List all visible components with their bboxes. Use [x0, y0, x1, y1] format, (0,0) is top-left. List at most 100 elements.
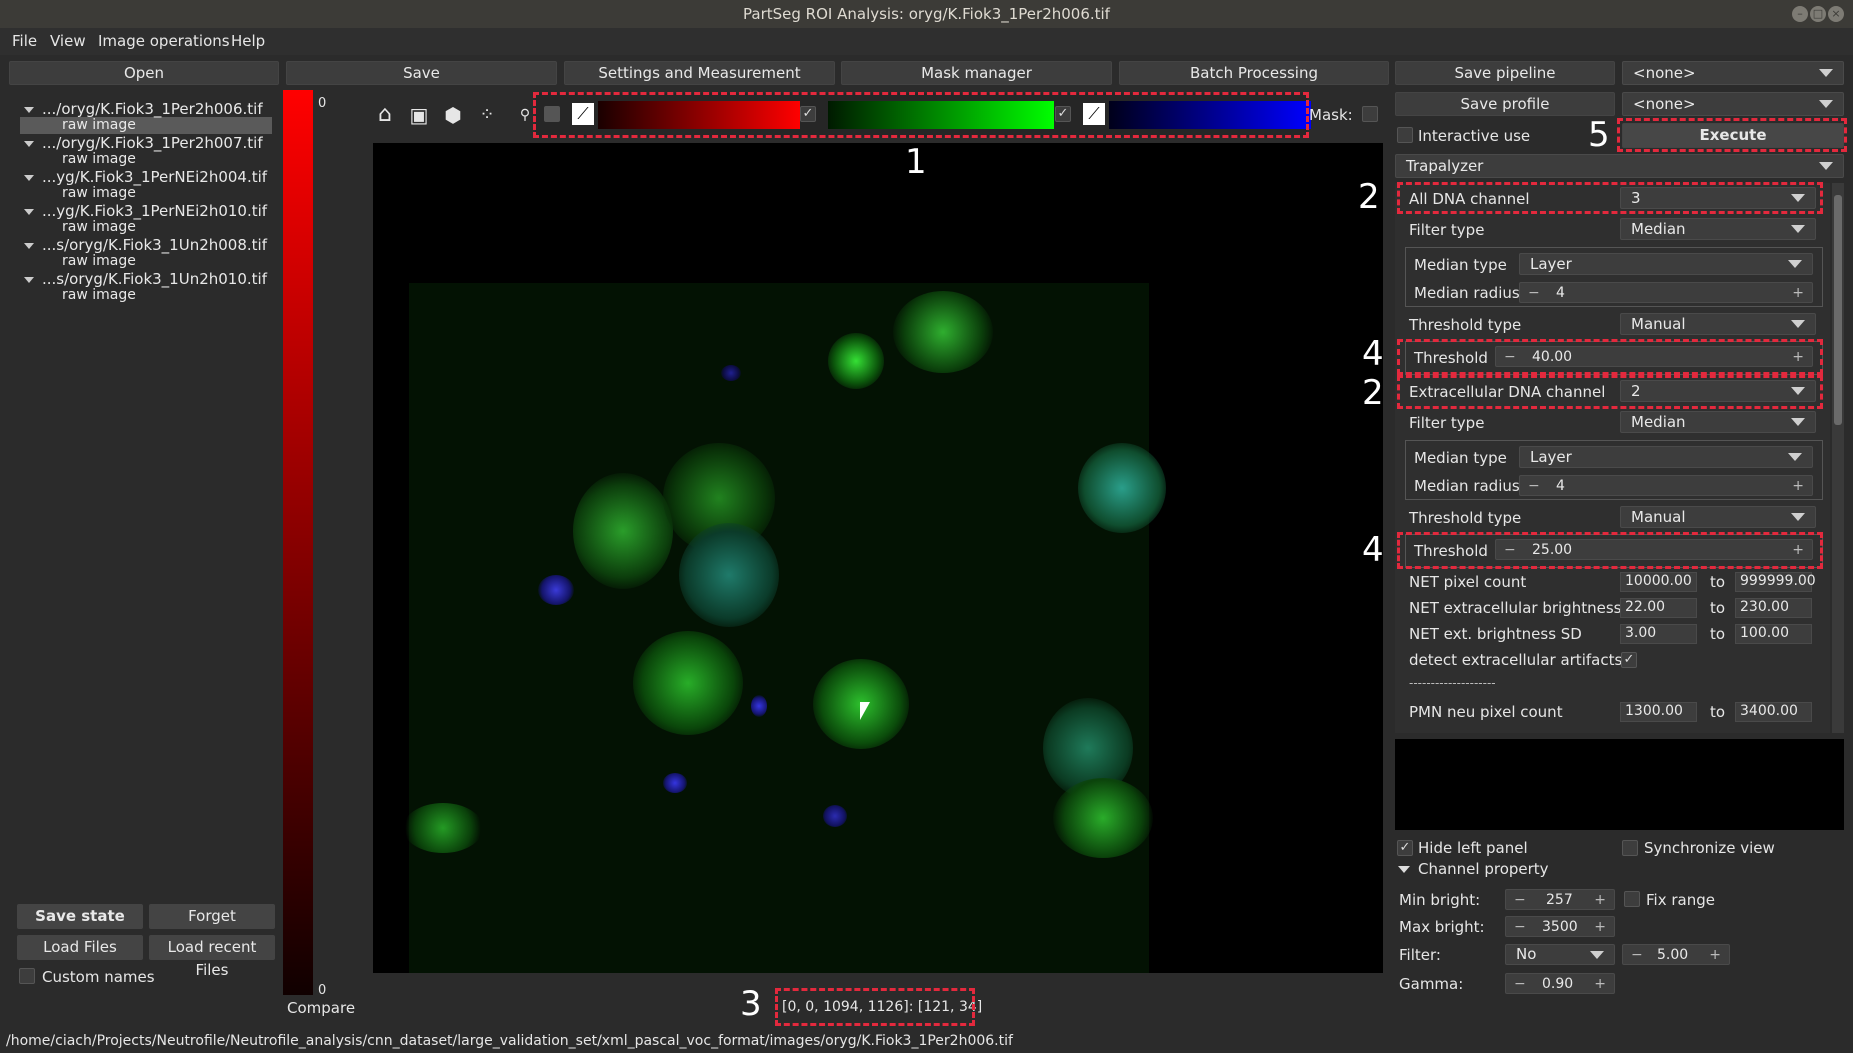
colorbar-max-label: 0: [318, 96, 327, 111]
menu-file[interactable]: File: [12, 32, 37, 50]
cube-icon[interactable]: ⬢: [440, 102, 466, 128]
decrement-icon[interactable]: −: [1528, 478, 1540, 494]
save-state-button[interactable]: Save state: [17, 904, 143, 929]
min-bright-spinbox[interactable]: − 257 +: [1505, 889, 1615, 910]
compare-button[interactable]: Compare: [287, 999, 355, 1017]
filter-type-label: Filter type: [1409, 414, 1485, 432]
net-sd-to[interactable]: 100.00: [1735, 624, 1812, 644]
net-brightness-from[interactable]: 22.00: [1620, 598, 1697, 618]
expand-arrow-icon[interactable]: [24, 209, 34, 215]
forget-button[interactable]: Forget: [149, 904, 275, 929]
increment-icon[interactable]: +: [1594, 919, 1606, 935]
expand-arrow-icon[interactable]: [24, 175, 34, 181]
synchronize-view-checkbox[interactable]: [1622, 840, 1638, 856]
file-tree-item[interactable]: .../oryg/K.Fiok3_1Per2h006.tif: [42, 100, 263, 118]
file-tree-subitem[interactable]: raw image: [62, 151, 136, 167]
decrement-icon[interactable]: −: [1631, 947, 1643, 963]
image-canvas[interactable]: [373, 143, 1383, 973]
pmn-pixel-count-from[interactable]: 1300.00: [1620, 702, 1697, 722]
increment-icon[interactable]: +: [1594, 976, 1606, 992]
hide-left-panel-checkbox[interactable]: ✓: [1397, 840, 1413, 856]
median-type-label: Median type: [1414, 449, 1507, 467]
max-bright-spinbox[interactable]: − 3500 +: [1505, 916, 1615, 937]
median-radius-spinbox[interactable]: − 4 +: [1519, 475, 1813, 496]
net-sd-from[interactable]: 3.00: [1620, 624, 1697, 644]
file-tree-subitem[interactable]: raw image: [62, 253, 136, 269]
filter-type-select[interactable]: Median: [1620, 218, 1816, 240]
menu-image-operations[interactable]: Image operations: [98, 32, 230, 50]
file-tree-item[interactable]: ...yg/K.Fiok3_1PerNEi2h004.tif: [42, 168, 267, 186]
open-button[interactable]: Open: [9, 61, 279, 85]
mask-manager-button[interactable]: Mask manager: [841, 61, 1112, 85]
channel-filter-select[interactable]: No: [1505, 944, 1615, 965]
interactive-use-checkbox[interactable]: [1397, 127, 1413, 143]
pmn-pixel-count-to[interactable]: 3400.00: [1735, 702, 1812, 722]
save-pipeline-button[interactable]: Save pipeline: [1395, 61, 1615, 85]
file-tree-subitem[interactable]: raw image: [62, 287, 136, 303]
file-tree-item[interactable]: ...s/oryg/K.Fiok3_1Un2h008.tif: [42, 236, 267, 254]
maximize-icon[interactable]: □: [1810, 6, 1826, 22]
increment-icon[interactable]: +: [1594, 892, 1606, 908]
load-files-button[interactable]: Load Files: [17, 935, 143, 960]
save-profile-button[interactable]: Save profile: [1395, 92, 1615, 116]
threshold-type-select[interactable]: Manual: [1620, 313, 1816, 335]
expand-arrow-icon[interactable]: [24, 243, 34, 249]
minimize-icon[interactable]: –: [1792, 6, 1808, 22]
file-tree-subitem[interactable]: raw image: [62, 117, 136, 133]
home-icon[interactable]: ⌂: [372, 102, 398, 128]
file-tree-item[interactable]: .../oryg/K.Fiok3_1Per2h007.tif: [42, 134, 263, 152]
algorithm-select[interactable]: Trapalyzer: [1395, 154, 1844, 178]
increment-icon[interactable]: +: [1792, 285, 1804, 301]
file-tree-subitem[interactable]: raw image: [62, 219, 136, 235]
mask-checkbox[interactable]: [1362, 106, 1378, 122]
save-button[interactable]: Save: [286, 61, 557, 85]
gamma-spinbox[interactable]: − 0.90 +: [1505, 973, 1615, 994]
net-pixel-count-from[interactable]: 10000.00: [1620, 572, 1697, 592]
filter-radius-spinbox[interactable]: − 5.00 +: [1622, 944, 1730, 965]
net-brightness-to[interactable]: 230.00: [1735, 598, 1812, 618]
median-type-select[interactable]: Layer: [1519, 446, 1813, 468]
expand-arrow-icon[interactable]: [24, 107, 34, 113]
status-file-path: /home/ciach/Projects/Neutrofile/Neutrofi…: [6, 1033, 1013, 1049]
detect-artifacts-checkbox[interactable]: ✓: [1621, 652, 1637, 668]
points-icon[interactable]: ⁘: [474, 102, 500, 128]
settings-scrollbar[interactable]: [1832, 183, 1844, 733]
menu-view[interactable]: View: [50, 32, 86, 50]
channel-property-label[interactable]: Channel property: [1418, 860, 1549, 878]
file-tree-item[interactable]: ...s/oryg/K.Fiok3_1Un2h010.tif: [42, 270, 267, 288]
blue-nucleus: [721, 365, 741, 381]
median-type-select[interactable]: Layer: [1519, 253, 1813, 275]
file-tree-item[interactable]: ...yg/K.Fiok3_1PerNEi2h010.tif: [42, 202, 267, 220]
layers-icon[interactable]: ▣: [406, 102, 432, 128]
close-icon[interactable]: ×: [1828, 6, 1844, 22]
decrement-icon[interactable]: −: [1528, 285, 1540, 301]
menu-help[interactable]: Help: [231, 32, 265, 50]
custom-names-checkbox[interactable]: [19, 968, 35, 984]
load-recent-files-button[interactable]: Load recent Files: [149, 935, 275, 979]
pipeline-select[interactable]: <none>: [1622, 61, 1844, 85]
expand-arrow-icon[interactable]: [24, 141, 34, 147]
settings-measurement-button[interactable]: Settings and Measurement: [564, 61, 835, 85]
increment-icon[interactable]: +: [1792, 478, 1804, 494]
net-pixel-count-to[interactable]: 999999.00: [1735, 572, 1816, 592]
median-radius-spinbox[interactable]: − 4 +: [1519, 282, 1813, 303]
scrollbar-thumb[interactable]: [1834, 195, 1842, 425]
decrement-icon[interactable]: −: [1514, 976, 1526, 992]
file-tree-subitem[interactable]: raw image: [62, 185, 136, 201]
annotation-box-3: [775, 988, 975, 1026]
increment-icon[interactable]: +: [1709, 947, 1721, 963]
profile-select[interactable]: <none>: [1622, 92, 1844, 116]
threshold-type-select[interactable]: Manual: [1620, 506, 1816, 528]
filter-type-select[interactable]: Median: [1620, 411, 1816, 433]
blue-nucleus: [663, 773, 687, 793]
expand-icon[interactable]: [1398, 866, 1410, 873]
batch-processing-button[interactable]: Batch Processing: [1119, 61, 1389, 85]
expand-arrow-icon[interactable]: [24, 277, 34, 283]
to-label: to: [1710, 625, 1726, 643]
detect-extracellular-artifacts-label: detect extracellular artifacts: [1409, 651, 1623, 669]
decrement-icon[interactable]: −: [1514, 919, 1526, 935]
mouse-cursor-icon: [860, 702, 870, 720]
to-label: to: [1710, 573, 1726, 591]
fix-range-checkbox[interactable]: [1624, 891, 1640, 907]
decrement-icon[interactable]: −: [1514, 892, 1526, 908]
